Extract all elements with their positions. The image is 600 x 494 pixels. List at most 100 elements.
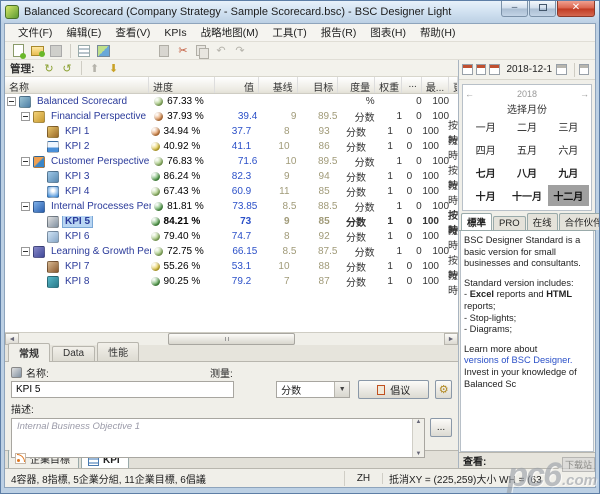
table-row[interactable]: KPI 2 40.92 % 41.1 10 86 分数 1 0 100 按時	[5, 139, 458, 154]
tree-expander[interactable]	[21, 157, 30, 166]
cut-button[interactable]: ✂	[174, 43, 192, 59]
month-cell[interactable]: 五月	[506, 139, 547, 160]
calendar-month-icon[interactable]	[489, 64, 500, 75]
month-cell[interactable]: 二月	[506, 116, 547, 137]
column-header[interactable]: 名称	[5, 77, 149, 93]
save-button[interactable]	[47, 43, 65, 59]
measure-dropdown[interactable]: 分数 ▼	[276, 381, 350, 398]
table-row[interactable]: KPI 6 79.40 % 74.7 8 92 分数 1 0 100 按時	[5, 229, 458, 244]
promo-tab[interactable]: PRO	[493, 216, 526, 230]
kpi-name-input[interactable]	[11, 381, 234, 398]
minimize-button[interactable]: –	[501, 1, 528, 17]
paste-button[interactable]	[155, 43, 173, 59]
close-button[interactable]: ✕	[557, 1, 595, 17]
column-header[interactable]: 最...	[422, 77, 449, 93]
promo-tab[interactable]: 合作伙伴	[559, 213, 600, 230]
table-row[interactable]: KPI 1 34.94 % 37.7 8 93 分数 1 0 100 按時	[5, 124, 458, 139]
table-row[interactable]: KPI 3 86.24 % 82.3 9 94 分数 1 0 100 按時	[5, 169, 458, 184]
month-cell[interactable]: 四月	[465, 139, 506, 160]
table-row[interactable]: Customer Perspective 76.83 % 71.6 10 89.…	[5, 154, 458, 169]
month-cell[interactable]: 八月	[506, 162, 547, 183]
column-header[interactable]: 度量	[338, 77, 375, 93]
calendar-settings-icon[interactable]	[579, 64, 590, 75]
versions-link[interactable]: versions of BSC Designer.	[464, 355, 590, 367]
new-file-button[interactable]	[9, 43, 27, 59]
promo-paragraph: Invest in your knowledge of Balanced Sc	[464, 367, 590, 390]
month-cell[interactable]: 三月	[548, 116, 589, 137]
add-group-button[interactable]: ↺	[59, 60, 76, 76]
menu-item[interactable]: 报告(R)	[314, 25, 364, 40]
add-kpi-button[interactable]: ↻	[41, 60, 58, 76]
tools-button[interactable]: ⚙	[435, 380, 452, 399]
right-panel: 2018-12-1 ← 2018 → 选择月份 一月二月三月四月五月六月七月八月…	[458, 60, 595, 468]
undo-button[interactable]: ↶	[212, 43, 230, 59]
scroll-thumb[interactable]	[168, 333, 296, 345]
table-header[interactable]: 名称进度值基线目标度量权重...最...更新	[5, 77, 458, 94]
menu-item[interactable]: KPIs	[157, 27, 193, 39]
menu-item[interactable]: 帮助(H)	[413, 25, 463, 40]
menu-item[interactable]: 战略地图(M)	[194, 25, 266, 40]
window-title: Balanced Scorecard (Company Strategy - S…	[24, 6, 500, 18]
initiatives-button[interactable]: 倡议	[358, 380, 429, 399]
description-scrollbar[interactable]: ▲▼	[412, 419, 424, 457]
chevron-down-icon[interactable]: ▼	[334, 382, 349, 397]
table-row[interactable]: KPI 7 55.26 % 53.1 10 88 分数 1 0 100 按時	[5, 259, 458, 274]
scroll-track[interactable]	[19, 333, 444, 345]
table-row[interactable]: KPI 8 90.25 % 79.2 7 87 分数 1 0 100 按時	[5, 274, 458, 289]
report-button[interactable]	[75, 43, 93, 59]
column-header[interactable]: 进度	[149, 77, 215, 93]
column-header[interactable]: 目标	[298, 77, 339, 93]
move-up-button[interactable]: ⬆	[86, 60, 104, 76]
calendar-day-icon[interactable]	[462, 64, 473, 75]
month-cell[interactable]: 一月	[465, 116, 506, 137]
table-row[interactable]: KPI 4 67.43 % 60.9 11 85 分数 1 0 100 按時	[5, 184, 458, 199]
month-cell[interactable]: 九月	[548, 162, 589, 183]
tree-expander[interactable]	[7, 97, 16, 106]
table-row[interactable]: KPI 5 84.21 % 73 9 85 分数 1 0 100 按時	[5, 214, 458, 229]
row-col-extra: 0	[398, 216, 417, 227]
tree-expander[interactable]	[21, 202, 30, 211]
detail-tab[interactable]: 常规	[8, 343, 50, 362]
month-cell[interactable]: 十月	[465, 185, 506, 206]
menu-item[interactable]: 图表(H)	[363, 25, 413, 40]
move-down-button[interactable]: ⬇	[105, 60, 123, 76]
detail-tab[interactable]: Data	[52, 346, 95, 361]
redo-button[interactable]: ↷	[231, 43, 249, 59]
month-cell[interactable]: 十一月	[506, 185, 547, 206]
copy-button[interactable]	[193, 43, 211, 59]
column-header[interactable]: 权重	[375, 77, 402, 93]
table-row[interactable]: Financial Perspective 37.93 % 39.4 9 89.…	[5, 109, 458, 124]
prev-year-arrow[interactable]: ←	[465, 89, 474, 99]
more-button[interactable]: ...	[430, 418, 452, 437]
row-progress: 90.25 %	[164, 276, 201, 287]
month-cell[interactable]: 十二月	[548, 185, 589, 206]
menu-item[interactable]: 查看(V)	[108, 25, 157, 40]
promo-tab[interactable]: 標準	[461, 213, 492, 230]
horizontal-scrollbar[interactable]: ◄ ►	[5, 332, 458, 345]
calendar-week-icon[interactable]	[476, 64, 487, 75]
month-cell[interactable]: 六月	[548, 139, 589, 160]
tree-expander[interactable]	[21, 112, 30, 121]
column-header[interactable]: ...	[402, 77, 422, 93]
maximize-button[interactable]	[529, 1, 556, 17]
title-bar[interactable]: Balanced Scorecard (Company Strategy - S…	[1, 1, 599, 23]
column-header[interactable]: 更新	[449, 77, 458, 93]
calendar-range-icon[interactable]	[556, 64, 567, 75]
column-header[interactable]: 值	[215, 77, 259, 93]
column-header[interactable]: 基线	[259, 77, 298, 93]
menu-item[interactable]: 文件(F)	[11, 25, 59, 40]
next-year-arrow[interactable]: →	[580, 89, 589, 99]
menu-item[interactable]: 编辑(E)	[59, 25, 108, 40]
open-file-button[interactable]	[28, 43, 46, 59]
table-row[interactable]: Balanced Scorecard 67.33 % % 0 100	[5, 94, 458, 109]
menu-item[interactable]: 工具(T)	[265, 25, 313, 40]
table-row[interactable]: Internal Processes Persp... 81.81 % 73.8…	[5, 199, 458, 214]
promo-tab[interactable]: 在线	[527, 213, 558, 230]
row-baseline: 10	[256, 141, 294, 152]
strategy-map-button[interactable]	[94, 43, 112, 59]
tree-expander[interactable]	[21, 247, 30, 256]
scroll-right-arrow[interactable]: ►	[444, 333, 458, 345]
description-textarea[interactable]: Internal Business Objective 1 ▲▼	[11, 418, 425, 458]
month-cell[interactable]: 七月	[465, 162, 506, 183]
table-row[interactable]: Learning & Growth Persp... 72.75 % 66.15…	[5, 244, 458, 259]
